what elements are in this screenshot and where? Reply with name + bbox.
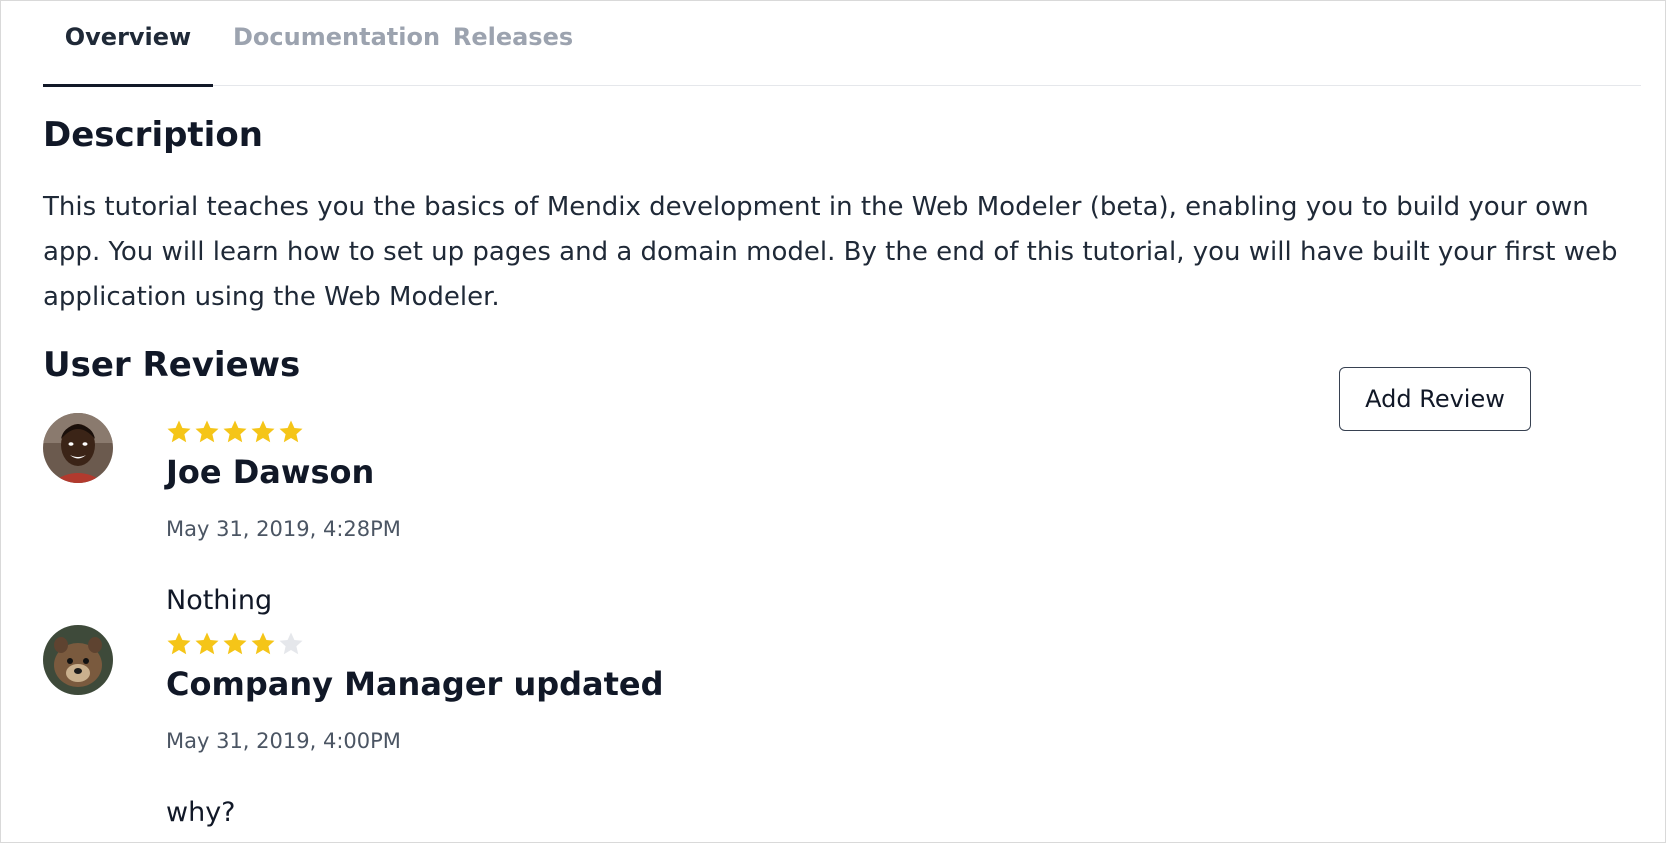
tab-releases[interactable]: Releases [443,23,583,85]
review-item: Company Manager updated May 31, 2019, 4:… [43,625,943,835]
description-text: This tutorial teaches you the basics of … [43,192,1618,312]
review-text: why? [166,797,236,828]
rating-stars [166,631,306,661]
add-review-button[interactable]: Add Review [1339,367,1531,431]
star-filled-icon [222,419,248,445]
star-filled-icon [222,631,248,657]
review-date: May 31, 2019, 4:28PM [166,517,401,541]
page-frame: Overview Documentation Releases Descript… [0,0,1666,843]
star-filled-icon [166,631,192,657]
user-reviews-heading: User Reviews [43,345,301,385]
person-avatar [43,413,113,483]
star-filled-icon [250,419,276,445]
tab-overview[interactable]: Overview [43,23,213,87]
star-filled-icon [278,419,304,445]
star-empty-icon [278,631,304,657]
star-filled-icon [166,419,192,445]
tab-bar: Overview Documentation Releases [43,1,1641,87]
rating-stars [166,419,306,449]
description-heading: Description [43,115,263,155]
star-filled-icon [194,419,220,445]
review-text: Nothing [166,585,273,616]
review-item: Joe Dawson May 31, 2019, 4:28PM Nothing [43,413,943,623]
review-date: May 31, 2019, 4:00PM [166,729,401,753]
animal-avatar [43,625,113,695]
star-filled-icon [194,631,220,657]
reviewer-name: Company Manager updated [166,665,664,703]
reviewer-name: Joe Dawson [166,453,375,491]
tab-documentation[interactable]: Documentation [233,23,440,85]
star-filled-icon [250,631,276,657]
